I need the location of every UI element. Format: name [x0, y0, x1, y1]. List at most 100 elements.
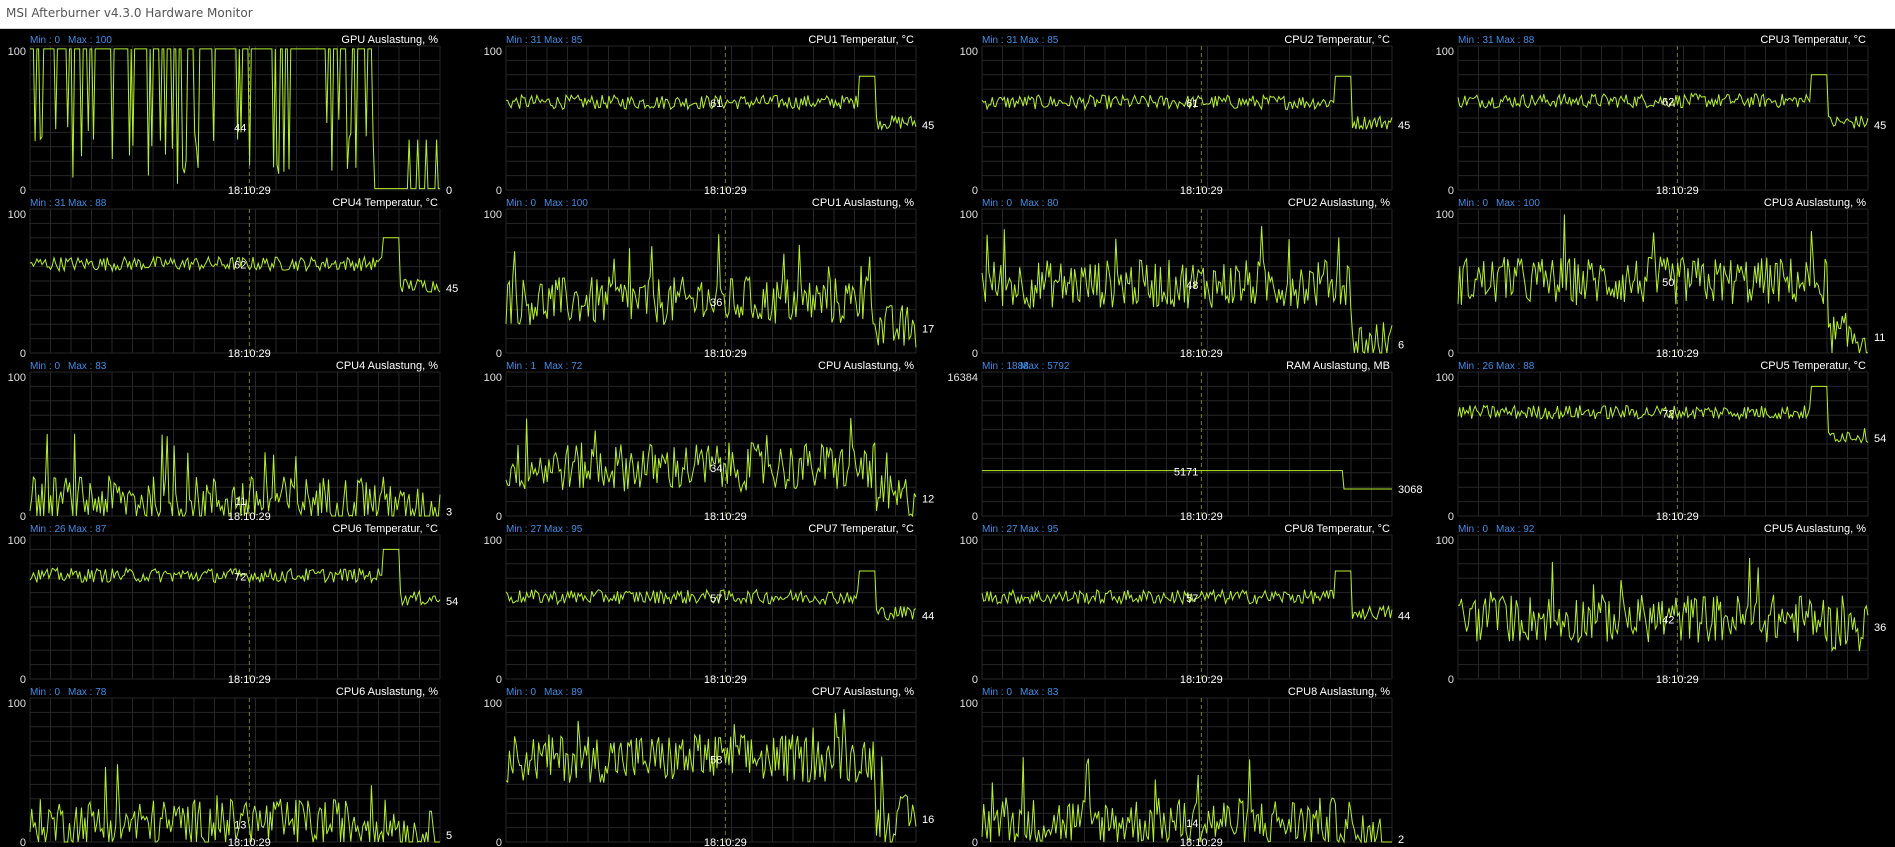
cursor-time-label: 18:10:29 [228, 348, 271, 360]
min-label: Min : 0 [982, 198, 1012, 209]
chart-title: CPU4 Temperatur, °C [332, 197, 438, 209]
max-label: Max : 72 [544, 361, 583, 372]
cursor-value-label: 11 [235, 496, 246, 508]
min-label: Min : 31 [30, 198, 66, 209]
cursor-value-label: 13 [234, 819, 246, 831]
chart-title: CPU8 Auslastung, % [1288, 686, 1390, 698]
cursor-time-label: 18:10:29 [1180, 185, 1223, 197]
chart-panel: 100 0 Min : 0 Max : 100 CPU1 Auslastung, % 18… [484, 197, 935, 360]
y-axis-max-label: 100 [484, 372, 502, 384]
y-axis-min-label: 0 [496, 348, 502, 360]
cursor-value-label: 57 [710, 593, 722, 605]
chart-grid [29, 208, 441, 354]
chart-grid [1457, 45, 1869, 191]
y-axis-max-label: 100 [484, 209, 502, 221]
min-label: Min : 0 [30, 687, 60, 698]
cursor-time-label: 18:10:29 [1656, 674, 1699, 686]
y-axis-max-label: 100 [484, 698, 502, 710]
cursor-value-label: 72 [1662, 408, 1674, 420]
chart-title: CPU1 Auslastung, % [812, 197, 914, 209]
chart-title: CPU7 Temperatur, °C [808, 523, 914, 535]
y-axis-min-label: 0 [972, 674, 978, 686]
max-label: Max : 5792 [1020, 361, 1070, 372]
y-axis-min-label: 0 [496, 674, 502, 686]
chart-panel: 163840Min : 1888Max : 5792 RAM Auslastung… [947, 360, 1422, 523]
cursor-time-label: 18:10:29 [1180, 511, 1223, 523]
chart-panel: 100 0 Min : 27 Max : 95 CPU8 Temperatur, °C 1… [960, 523, 1411, 686]
max-label: Max : 83 [1020, 687, 1059, 698]
cursor-value-label: 58 [710, 754, 722, 766]
chart-panel: 100 0 Min : 0 Max : 100 GPU Auslastung, % 18:… [8, 34, 452, 197]
y-axis-max-label: 100 [484, 46, 502, 58]
y-axis-max-label: 100 [960, 535, 978, 547]
max-label: Max : 95 [544, 524, 583, 535]
current-value-label: 45 [446, 283, 458, 295]
cursor-value-label: 44 [234, 123, 246, 135]
min-label: Min : 26 [1458, 361, 1494, 372]
cursor-time-label: 18:10:29 [1180, 837, 1223, 847]
current-value-label: 5 [446, 830, 452, 842]
cursor-time-label: 18:10:29 [1656, 511, 1699, 523]
chart-title: CPU1 Temperatur, °C [808, 34, 914, 46]
chart-title: CPU5 Auslastung, % [1764, 523, 1866, 535]
chart-title: RAM Auslastung, MB [1286, 360, 1390, 372]
y-axis-min-label: 0 [20, 837, 26, 847]
chart-panel: 100 0 Min : 27 Max : 95 CPU7 Temperatur, °C 1… [484, 523, 935, 686]
chart-title: CPU2 Temperatur, °C [1284, 34, 1390, 46]
chart-panel: 100 0 Min : 31 Max : 85 CPU2 Temperatur, °C 1… [960, 34, 1411, 197]
current-value-label: 3 [446, 507, 452, 519]
min-label: Min : 0 [30, 35, 60, 46]
max-label: Max : 88 [1496, 361, 1535, 372]
chart-grid [505, 208, 917, 354]
current-value-label: 44 [1398, 611, 1410, 623]
y-axis-min-label: 0 [20, 348, 26, 360]
cursor-time-label: 18:10:29 [1180, 348, 1223, 360]
current-value-label: 6 [1398, 339, 1404, 351]
chart-panel: 100 0 Min : 0 Max : 83 CPU8 Auslastung, % 18:… [960, 686, 1404, 847]
chart-panel: 100 0 Min : 0 Max : 92 CPU5 Auslastung, % 18:… [1436, 523, 1887, 686]
y-axis-min-label: 0 [1448, 185, 1454, 197]
max-label: Max : 78 [68, 687, 107, 698]
chart-panel: 100 0 Min : 1 Max : 72 CPU Auslastung, % 18:1… [484, 360, 935, 523]
min-label: Min : 31 [1458, 35, 1494, 46]
chart-grid [505, 697, 917, 843]
chart-grid [505, 45, 917, 191]
max-label: Max : 95 [1020, 524, 1059, 535]
current-value-label: 36 [1874, 622, 1886, 634]
max-label: Max : 89 [544, 687, 583, 698]
current-value-label: 16 [922, 814, 934, 826]
y-axis-max-label: 100 [8, 535, 26, 547]
chart-title: CPU4 Auslastung, % [336, 360, 438, 372]
chart-title: GPU Auslastung, % [341, 34, 438, 46]
chart-grid [29, 534, 441, 680]
cursor-time-label: 18:10:29 [1180, 674, 1223, 686]
window-title: MSI Afterburner v4.3.0 Hardware Monitor [6, 6, 253, 20]
current-value-label: 0 [446, 185, 452, 197]
min-label: Min : 0 [1458, 198, 1488, 209]
cursor-value-label: 62 [1662, 97, 1674, 109]
min-label: Min : 0 [30, 361, 60, 372]
cursor-value-label: 50 [1662, 277, 1674, 289]
chart-grid [1457, 534, 1869, 680]
min-label: Min : 1 [506, 361, 536, 372]
cursor-time-label: 18:10:29 [228, 511, 271, 523]
min-label: Min : 0 [506, 687, 536, 698]
chart-grid [981, 534, 1393, 680]
chart-grid [981, 45, 1393, 191]
y-axis-min-label: 0 [20, 185, 26, 197]
cursor-value-label: 61 [710, 98, 722, 110]
chart-title: CPU6 Temperatur, °C [332, 523, 438, 535]
y-axis-max-label: 100 [1436, 46, 1454, 58]
min-label: Min : 26 [30, 524, 66, 535]
y-axis-min-label: 0 [496, 837, 502, 847]
chart-title: CPU Auslastung, % [818, 360, 914, 372]
y-axis-min-label: 0 [972, 837, 978, 847]
y-axis-min-label: 0 [972, 511, 978, 523]
cursor-value-label: 72 [234, 571, 246, 583]
y-axis-max-label: 100 [8, 372, 26, 384]
cursor-time-label: 18:10:29 [228, 837, 271, 847]
current-value-label: 44 [922, 611, 934, 623]
y-axis-min-label: 0 [1448, 511, 1454, 523]
chart-grid [29, 45, 441, 191]
cursor-value-label: 5171 [1174, 467, 1198, 479]
